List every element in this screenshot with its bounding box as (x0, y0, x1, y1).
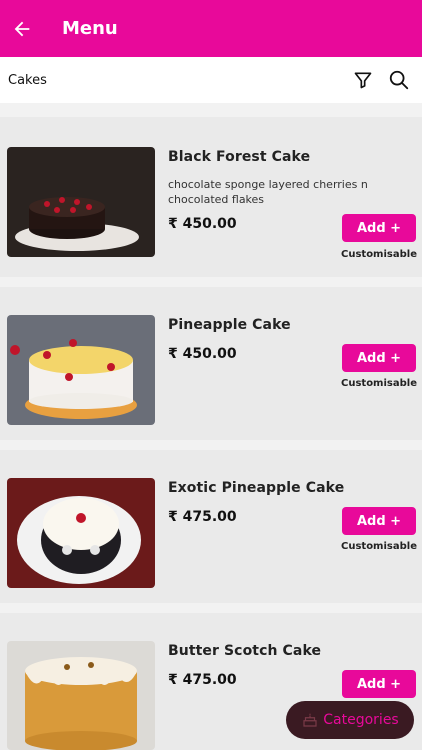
item-name[interactable]: Black Forest Cake (168, 149, 310, 165)
add-button[interactable]: Add + (342, 344, 416, 372)
page-title: Menu (62, 18, 118, 39)
cake-icon (301, 711, 319, 729)
customisable-label: Customisable (341, 249, 417, 260)
category-title: Cakes (8, 72, 47, 88)
category-header: Cakes (0, 57, 422, 103)
categories-label: Categories (323, 712, 399, 728)
menu-item: Black Forest Cake chocolate sponge layer… (0, 117, 422, 277)
customisable-label: Customisable (341, 541, 417, 552)
divider (0, 603, 422, 613)
menu-item: Pineapple Cake ₹ 450.00 Add + Customisab… (0, 287, 422, 440)
item-price: ₹ 450.00 (168, 216, 237, 232)
filter-icon[interactable] (350, 67, 376, 93)
customisable-label: Customisable (341, 378, 417, 389)
divider (0, 103, 422, 117)
cake-image (7, 315, 155, 425)
item-price: ₹ 450.00 (168, 346, 237, 362)
add-button[interactable]: Add + (342, 214, 416, 242)
cake-image (7, 147, 155, 257)
add-button[interactable]: Add + (342, 670, 416, 698)
divider (0, 440, 422, 450)
item-name[interactable]: Butter Scotch Cake (168, 643, 321, 659)
back-arrow-icon[interactable] (4, 11, 40, 47)
add-button[interactable]: Add + (342, 507, 416, 535)
item-name[interactable]: Pineapple Cake (168, 317, 291, 333)
search-icon[interactable] (386, 67, 412, 93)
cake-image (7, 641, 155, 750)
item-name[interactable]: Exotic Pineapple Cake (168, 480, 344, 496)
menu-item: Exotic Pineapple Cake ₹ 475.00 Add + Cus… (0, 450, 422, 603)
item-price: ₹ 475.00 (168, 672, 237, 688)
app-bar: Menu (0, 0, 422, 57)
categories-button[interactable]: Categories (286, 701, 414, 739)
item-description: chocolate sponge layered cherries n choc… (168, 178, 368, 206)
divider (0, 277, 422, 287)
item-price: ₹ 475.00 (168, 509, 237, 525)
cake-image (7, 478, 155, 588)
